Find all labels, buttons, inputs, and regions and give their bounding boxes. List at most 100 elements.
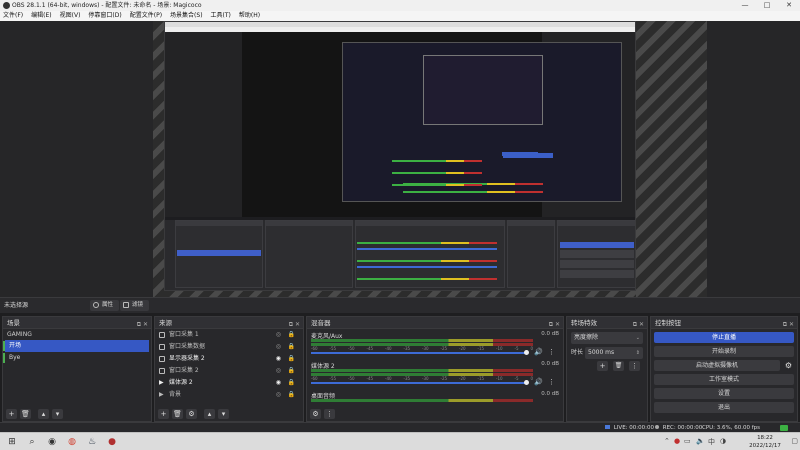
lock-icon[interactable]: 🔒 — [288, 353, 295, 365]
maximize-button[interactable]: □ — [756, 0, 778, 11]
connection-status-icon — [780, 425, 788, 431]
more-options-icon[interactable]: ⋮ — [548, 378, 555, 386]
speaker-icon[interactable]: 🔊 — [534, 348, 543, 356]
channel-db: 0.0 dB — [541, 331, 559, 337]
input-method-icon[interactable]: 中 — [708, 437, 715, 447]
source-item[interactable]: 窗口采集数据 ◎ 🔒 — [155, 341, 303, 353]
status-bar: LIVE: 00:00:00 REC: 00:00:00 CPU: 3.6%, … — [0, 422, 800, 432]
virtual-camera-settings-icon[interactable]: ⚙ — [783, 360, 794, 371]
lock-icon[interactable]: 🔒 — [288, 341, 295, 353]
window-icon — [159, 332, 165, 338]
studio-mode-button[interactable]: 工作室模式 — [654, 374, 794, 385]
move-up-button[interactable]: ▴ — [38, 409, 49, 419]
transition-menu-button[interactable]: ⋮ — [629, 361, 640, 371]
visibility-icon[interactable]: ◉ — [276, 353, 281, 365]
volume-meter — [311, 399, 533, 402]
duration-spinbox[interactable]: 5000 ms ⇕ — [585, 347, 643, 359]
app-icon[interactable]: ● — [106, 436, 118, 448]
scene-item-opening[interactable]: 开场 — [3, 340, 149, 352]
lock-icon[interactable]: 🔒 — [288, 329, 295, 341]
mixer-dock: 混音器 ⧉ ✕ 麦克风/Aux 0.0 dB -60 -55 -50 -45 -40 -3… — [306, 316, 564, 422]
transition-select[interactable]: 亮度擦除 ⌄ — [571, 332, 643, 344]
source-item[interactable]: ▶ 背景 ◎ 🔒 — [155, 389, 303, 401]
preview-canvas[interactable] — [153, 21, 707, 297]
volume-slider-handle[interactable] — [524, 380, 529, 385]
start-windows-icon[interactable]: ⊞ — [6, 436, 18, 448]
steam-icon[interactable]: ♨ — [86, 436, 98, 448]
meter-ticks: -60 -55 -50 -45 -40 -35 -30 -25 -20 -15 -10 -5 0 — [311, 346, 533, 351]
scenes-dock-header: 场景 ⧉ ✕ — [3, 317, 151, 329]
source-properties-button[interactable]: ⚙ — [186, 409, 197, 419]
filters-button[interactable]: 滤镜 — [120, 300, 150, 311]
menu-edit[interactable]: 编辑(E) — [31, 11, 51, 21]
tray-app-icon[interactable]: ● — [674, 437, 680, 445]
source-item[interactable]: 窗口采集 1 ◎ 🔒 — [155, 329, 303, 341]
add-scene-button[interactable]: + — [6, 409, 17, 419]
tray-chevron-icon[interactable]: ⌃ — [664, 437, 670, 445]
speaker-icon[interactable]: 🔊 — [534, 378, 543, 386]
chrome-icon[interactable]: ◍ — [66, 436, 78, 448]
visibility-icon[interactable]: ◉ — [276, 377, 281, 389]
start-virtual-camera-button[interactable]: 启动虚拟摄像机 — [654, 360, 780, 371]
mixer-dock-header: 混音器 ⧉ ✕ — [307, 317, 563, 329]
advanced-audio-button[interactable]: ⚙ — [310, 409, 321, 419]
volume-icon[interactable]: 🔈 — [696, 437, 705, 445]
visibility-icon[interactable]: ◎ — [276, 341, 281, 353]
add-source-button[interactable]: + — [158, 409, 169, 419]
menu-help[interactable]: 帮助(H) — [239, 11, 260, 21]
tray-extra-icon[interactable]: ◑ — [720, 437, 726, 445]
move-up-button[interactable]: ▴ — [204, 409, 215, 419]
lock-icon[interactable]: 🔒 — [288, 365, 295, 377]
lock-icon[interactable]: 🔒 — [288, 377, 295, 389]
notification-icon[interactable]: ▢ — [791, 437, 798, 445]
exit-button[interactable]: 退出 — [654, 402, 794, 413]
spin-arrows-icon[interactable]: ⇕ — [636, 347, 640, 359]
undock-icon[interactable]: ⧉ ✕ — [137, 319, 148, 331]
visibility-icon[interactable]: ◎ — [276, 389, 281, 401]
remove-scene-button[interactable]: 🗑 — [20, 409, 31, 419]
source-item[interactable]: 窗口采集 2 ◎ 🔒 — [155, 365, 303, 377]
transitions-dock-header: 转场特效 ⧉ ✕ — [567, 317, 647, 329]
remove-source-button[interactable]: 🗑 — [172, 409, 183, 419]
volume-slider-handle[interactable] — [524, 350, 529, 355]
clock[interactable]: 18:22 2022/12/17 — [740, 434, 790, 450]
window-icon — [159, 344, 165, 350]
menu-profile[interactable]: 配置文件(P) — [130, 11, 162, 21]
obs-taskbar-icon[interactable]: ◉ — [46, 436, 58, 448]
menu-view[interactable]: 视图(V) — [60, 11, 81, 21]
lock-icon[interactable]: 🔒 — [288, 389, 295, 401]
move-down-button[interactable]: ▾ — [218, 409, 229, 419]
visibility-icon[interactable]: ◎ — [276, 365, 281, 377]
menu-scene-collection[interactable]: 场景集合(S) — [170, 11, 203, 21]
menu-file[interactable]: 文件(F) — [3, 11, 23, 21]
canvas-border-left — [153, 21, 164, 297]
transitions-title: 转场特效 — [571, 319, 597, 327]
move-down-button[interactable]: ▾ — [52, 409, 63, 419]
scene-item-bye[interactable]: Bye — [3, 352, 149, 364]
source-item[interactable]: ▶ 媒体源 2 ◉ 🔒 — [155, 377, 303, 389]
volume-slider[interactable] — [311, 382, 527, 384]
remove-transition-button[interactable]: 🗑 — [613, 361, 624, 371]
sources-dock-header: 来源 ⧉ ✕ — [155, 317, 303, 329]
more-options-icon[interactable]: ⋮ — [548, 348, 555, 356]
properties-button[interactable]: 属性 — [90, 300, 120, 311]
start-recording-button[interactable]: 开始录制 — [654, 346, 794, 357]
settings-button[interactable]: 设置 — [654, 388, 794, 399]
controls-title: 控制按钮 — [655, 319, 681, 327]
menu-tools[interactable]: 工具(T) — [211, 11, 231, 21]
visibility-icon[interactable]: ◎ — [276, 329, 281, 341]
stop-streaming-button[interactable]: 停止直播 — [654, 332, 794, 343]
search-icon[interactable]: ⌕ — [26, 436, 38, 448]
source-toolbar: 未选择源 属性 滤镜 — [0, 297, 800, 313]
source-item[interactable]: 显示器采集 2 ◉ 🔒 — [155, 353, 303, 365]
undock-icon[interactable]: ⧉ ✕ — [783, 319, 794, 331]
play-icon: ▶ — [159, 391, 164, 398]
network-icon[interactable]: ▭ — [684, 437, 691, 445]
undock-icon[interactable]: ⧉ ✕ — [633, 319, 644, 331]
mixer-menu-button[interactable]: ⋮ — [324, 409, 335, 419]
minimize-button[interactable]: — — [734, 0, 756, 11]
add-transition-button[interactable]: + — [597, 361, 608, 371]
volume-slider[interactable] — [311, 352, 527, 354]
menu-docks[interactable]: 停靠窗口(D) — [88, 11, 121, 21]
close-button[interactable]: ✕ — [778, 0, 800, 11]
